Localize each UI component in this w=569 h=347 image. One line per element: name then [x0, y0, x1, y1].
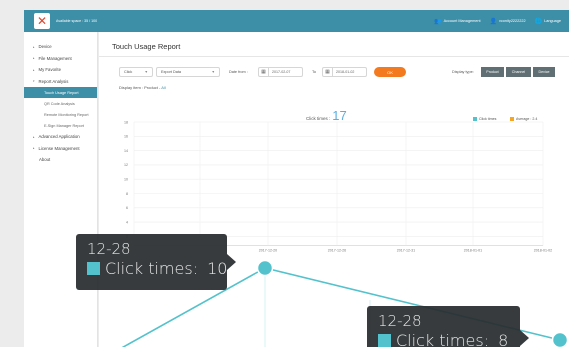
x-tick-label: 2017-12-31	[397, 249, 415, 253]
tooltip-date: 12-28	[87, 240, 131, 258]
y-tick-label: 18	[124, 120, 128, 124]
y-tick-label: 16	[124, 135, 128, 139]
tooltip-label: Click times:	[105, 259, 199, 278]
x-tick-label: 2018-01-01	[464, 249, 482, 253]
y-tick-label: 4	[126, 220, 128, 224]
tooltip-label: Click times:	[396, 331, 490, 347]
tooltip-value: 10	[207, 259, 228, 278]
tooltip-swatch	[87, 262, 100, 275]
y-tick-label: 14	[124, 149, 128, 153]
x-tick-label: 2018-01-02	[534, 249, 552, 253]
y-tick-label: 10	[124, 178, 128, 182]
y-tick-label: 8	[126, 192, 128, 196]
tooltip-left-pointer	[227, 254, 236, 270]
data-point-marker	[256, 259, 274, 277]
tooltip-row: Click times: 8	[378, 331, 508, 347]
tooltip-left: 12-28 Click times: 10	[76, 234, 227, 290]
tooltip-date: 12-28	[378, 312, 422, 330]
usage-chart: 181614121086422017-12-202017-12-262017-1…	[121, 120, 569, 347]
tooltip-value: 8	[498, 331, 509, 347]
tooltip-swatch	[378, 334, 391, 347]
data-point-marker	[551, 331, 569, 347]
y-tick-label: 12	[124, 163, 128, 167]
tooltip-right: 12-28 Click times: 8	[367, 306, 520, 347]
tooltip-right-pointer	[520, 330, 529, 346]
tooltip-row: Click times: 10	[87, 259, 227, 278]
y-tick-label: 6	[126, 206, 128, 210]
x-tick-label: 2017-12-20	[259, 249, 277, 253]
x-tick-label: 2017-12-26	[328, 249, 346, 253]
